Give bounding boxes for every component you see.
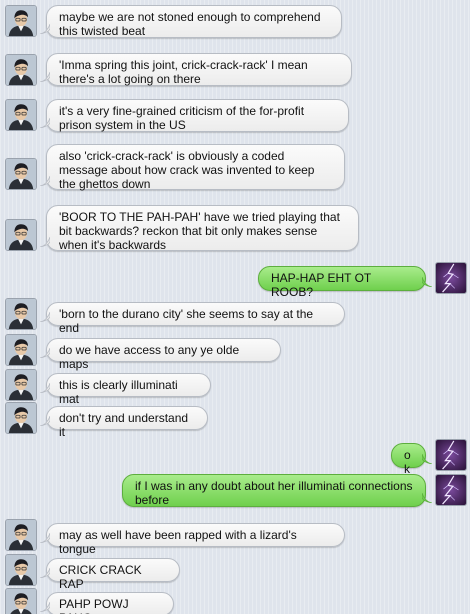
outgoing-message-bubble[interactable]: ok <box>391 442 432 476</box>
lightning-icon <box>436 440 466 470</box>
incoming-message-bubble[interactable]: 'BOOR TO THE PAH-PAH' have we tried play… <box>40 204 359 252</box>
person-photo-icon <box>6 6 36 36</box>
my-avatar[interactable] <box>435 474 467 506</box>
message-row: 'BOOR TO THE PAH-PAH' have we tried play… <box>0 204 470 252</box>
person-photo-icon <box>6 555 36 585</box>
bubble-tail <box>40 416 50 426</box>
message-text: if I was in any doubt about her illumina… <box>135 478 413 507</box>
bubble-tail <box>40 176 50 186</box>
contact-avatar[interactable] <box>5 402 37 434</box>
message-text: HAP-HAP EHT OT ROOB? <box>271 270 372 299</box>
my-avatar[interactable] <box>435 439 467 471</box>
message-text: 'born to the durano city' she seems to s… <box>59 307 314 335</box>
message-row: if I was in any doubt about her illumina… <box>0 473 470 507</box>
incoming-message-bubble[interactable]: this is clearly illuminati mat <box>40 373 211 406</box>
person-photo-icon <box>6 299 36 329</box>
incoming-message-bubble[interactable]: 'Imma spring this joint, crick-crack-rac… <box>40 52 352 86</box>
bubble-tail <box>40 383 50 393</box>
message-text: 'Imma spring this joint, crick-crack-rac… <box>59 57 308 86</box>
incoming-message-bubble[interactable]: don't try and understand it <box>40 406 208 439</box>
outgoing-message-bubble[interactable]: HAP-HAP EHT OT ROOB? <box>258 265 432 299</box>
message-row: PAHP POWJ PAHG <box>0 588 470 614</box>
message-row: don't try and understand it <box>0 402 470 439</box>
person-photo-icon <box>6 520 36 550</box>
message-row: also 'crick-crack-rack' is obviously a c… <box>0 144 470 191</box>
contact-avatar[interactable] <box>5 5 37 37</box>
bubble-tail <box>40 71 50 82</box>
person-photo-icon <box>6 335 36 365</box>
message-text: do we have access to any ye olde maps <box>59 343 240 371</box>
person-photo-icon <box>6 403 36 433</box>
contact-avatar[interactable] <box>5 298 37 330</box>
message-row: HAP-HAP EHT OT ROOB? <box>0 262 470 299</box>
person-photo-icon <box>6 55 36 85</box>
message-row: it's a very fine-grained criticism of th… <box>0 98 470 132</box>
bubble-tail <box>422 453 432 464</box>
incoming-message-bubble[interactable]: do we have access to any ye olde maps <box>40 338 281 371</box>
bubble-tail <box>40 568 50 578</box>
bubble-tail <box>40 312 50 322</box>
bubble-tail <box>422 276 432 287</box>
message-text: CRICK CRACK RAP <box>59 563 142 591</box>
incoming-message-bubble[interactable]: 'born to the durano city' she seems to s… <box>40 302 345 335</box>
message-row: maybe we are not stoned enough to compre… <box>0 4 470 38</box>
incoming-message-bubble[interactable]: it's a very fine-grained criticism of th… <box>40 98 349 132</box>
message-text: PAHP POWJ PAHG <box>59 597 129 614</box>
message-text: may as well have been rapped with a liza… <box>59 528 297 556</box>
lightning-icon <box>436 475 466 505</box>
bubble-tail <box>40 23 50 34</box>
person-photo-icon <box>6 100 36 130</box>
message-text: ok <box>404 447 411 476</box>
chat-transcript: maybe we are not stoned enough to compre… <box>0 0 470 614</box>
message-text: don't try and understand it <box>59 411 189 439</box>
contact-avatar[interactable] <box>5 54 37 86</box>
message-row: CRICK CRACK RAP <box>0 554 470 591</box>
incoming-message-bubble[interactable]: PAHP POWJ PAHG <box>40 592 174 614</box>
message-row: 'born to the durano city' she seems to s… <box>0 298 470 335</box>
message-text: maybe we are not stoned enough to compre… <box>59 9 321 38</box>
contact-avatar[interactable] <box>5 219 37 251</box>
bubble-tail <box>422 492 432 503</box>
person-photo-icon <box>6 589 36 614</box>
person-photo-icon <box>6 159 36 189</box>
message-text: also 'crick-crack-rack' is obviously a c… <box>59 149 315 191</box>
bubble-tail <box>40 117 50 128</box>
message-row: this is clearly illuminati mat <box>0 369 470 406</box>
contact-avatar[interactable] <box>5 158 37 190</box>
contact-avatar[interactable] <box>5 369 37 401</box>
contact-avatar[interactable] <box>5 519 37 551</box>
bubble-tail <box>40 236 50 247</box>
message-row: 'Imma spring this joint, crick-crack-rac… <box>0 52 470 86</box>
message-text: 'BOOR TO THE PAH-PAH' have we tried play… <box>59 209 340 252</box>
bubble-tail <box>40 348 50 358</box>
person-photo-icon <box>6 370 36 400</box>
message-text: it's a very fine-grained criticism of th… <box>59 103 305 132</box>
incoming-message-bubble[interactable]: may as well have been rapped with a liza… <box>40 523 345 556</box>
bubble-tail <box>40 602 50 612</box>
message-row: may as well have been rapped with a liza… <box>0 519 470 556</box>
contact-avatar[interactable] <box>5 334 37 366</box>
incoming-message-bubble[interactable]: CRICK CRACK RAP <box>40 558 180 591</box>
my-avatar[interactable] <box>435 262 467 294</box>
contact-avatar[interactable] <box>5 99 37 131</box>
incoming-message-bubble[interactable]: maybe we are not stoned enough to compre… <box>40 4 342 38</box>
message-row: do we have access to any ye olde maps <box>0 334 470 371</box>
outgoing-message-bubble[interactable]: if I was in any doubt about her illumina… <box>122 473 432 507</box>
incoming-message-bubble[interactable]: also 'crick-crack-rack' is obviously a c… <box>40 144 345 191</box>
person-photo-icon <box>6 220 36 250</box>
bubble-tail <box>40 533 50 543</box>
contact-avatar[interactable] <box>5 588 37 614</box>
contact-avatar[interactable] <box>5 554 37 586</box>
message-row: ok <box>0 439 470 476</box>
lightning-icon <box>436 263 466 293</box>
